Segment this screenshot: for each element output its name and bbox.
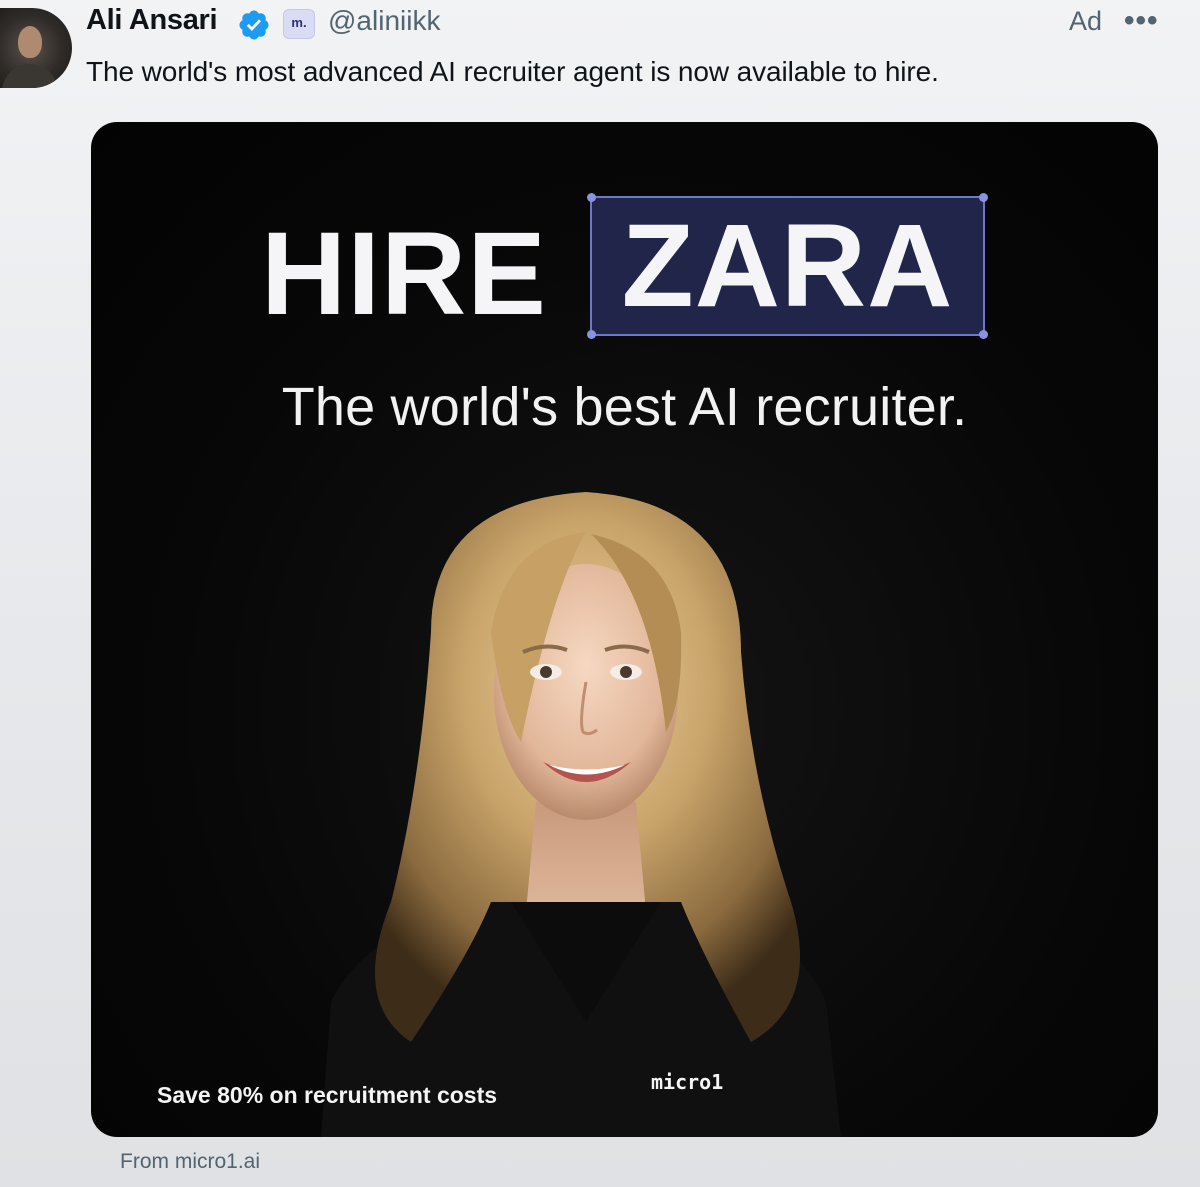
post-text: The world's most advanced AI recruiter a… — [86, 56, 939, 87]
avatar-face — [18, 26, 42, 58]
author-handle[interactable]: @aliniikk — [328, 5, 440, 37]
more-options-icon[interactable]: ••• — [1124, 4, 1159, 38]
author-name[interactable]: Ali Ansari — [86, 4, 218, 37]
micro1-logo: micro1 — [651, 1070, 724, 1094]
ad-media-card[interactable]: HIRE ZARA The world's best AI recruiter. — [91, 122, 1158, 1137]
selection-handle-top-right — [979, 193, 988, 202]
selection-handle-bottom-right — [979, 330, 988, 339]
selection-handle-top-left — [587, 193, 596, 202]
headline-zara: ZARA — [621, 200, 954, 332]
headline-hire: HIRE — [261, 208, 547, 340]
avatar[interactable] — [0, 8, 72, 88]
headline-zara-box: ZARA — [587, 193, 988, 339]
brand-badge[interactable]: m. — [283, 9, 315, 39]
savings-tagline: Save 80% on recruitment costs — [157, 1082, 498, 1108]
avatar-shirt — [2, 64, 58, 88]
source-link[interactable]: From micro1.ai — [120, 1150, 260, 1174]
selection-handle-bottom-left — [587, 330, 596, 339]
ad-subtitle: The world's best AI recruiter. — [281, 377, 968, 437]
portrait-image — [321, 492, 841, 1137]
tweet-screenshot: Ali Ansari m. @aliniikk Ad ••• The world… — [0, 0, 1200, 1187]
verified-badge-icon — [239, 10, 269, 40]
ad-label: Ad — [1069, 6, 1103, 36]
